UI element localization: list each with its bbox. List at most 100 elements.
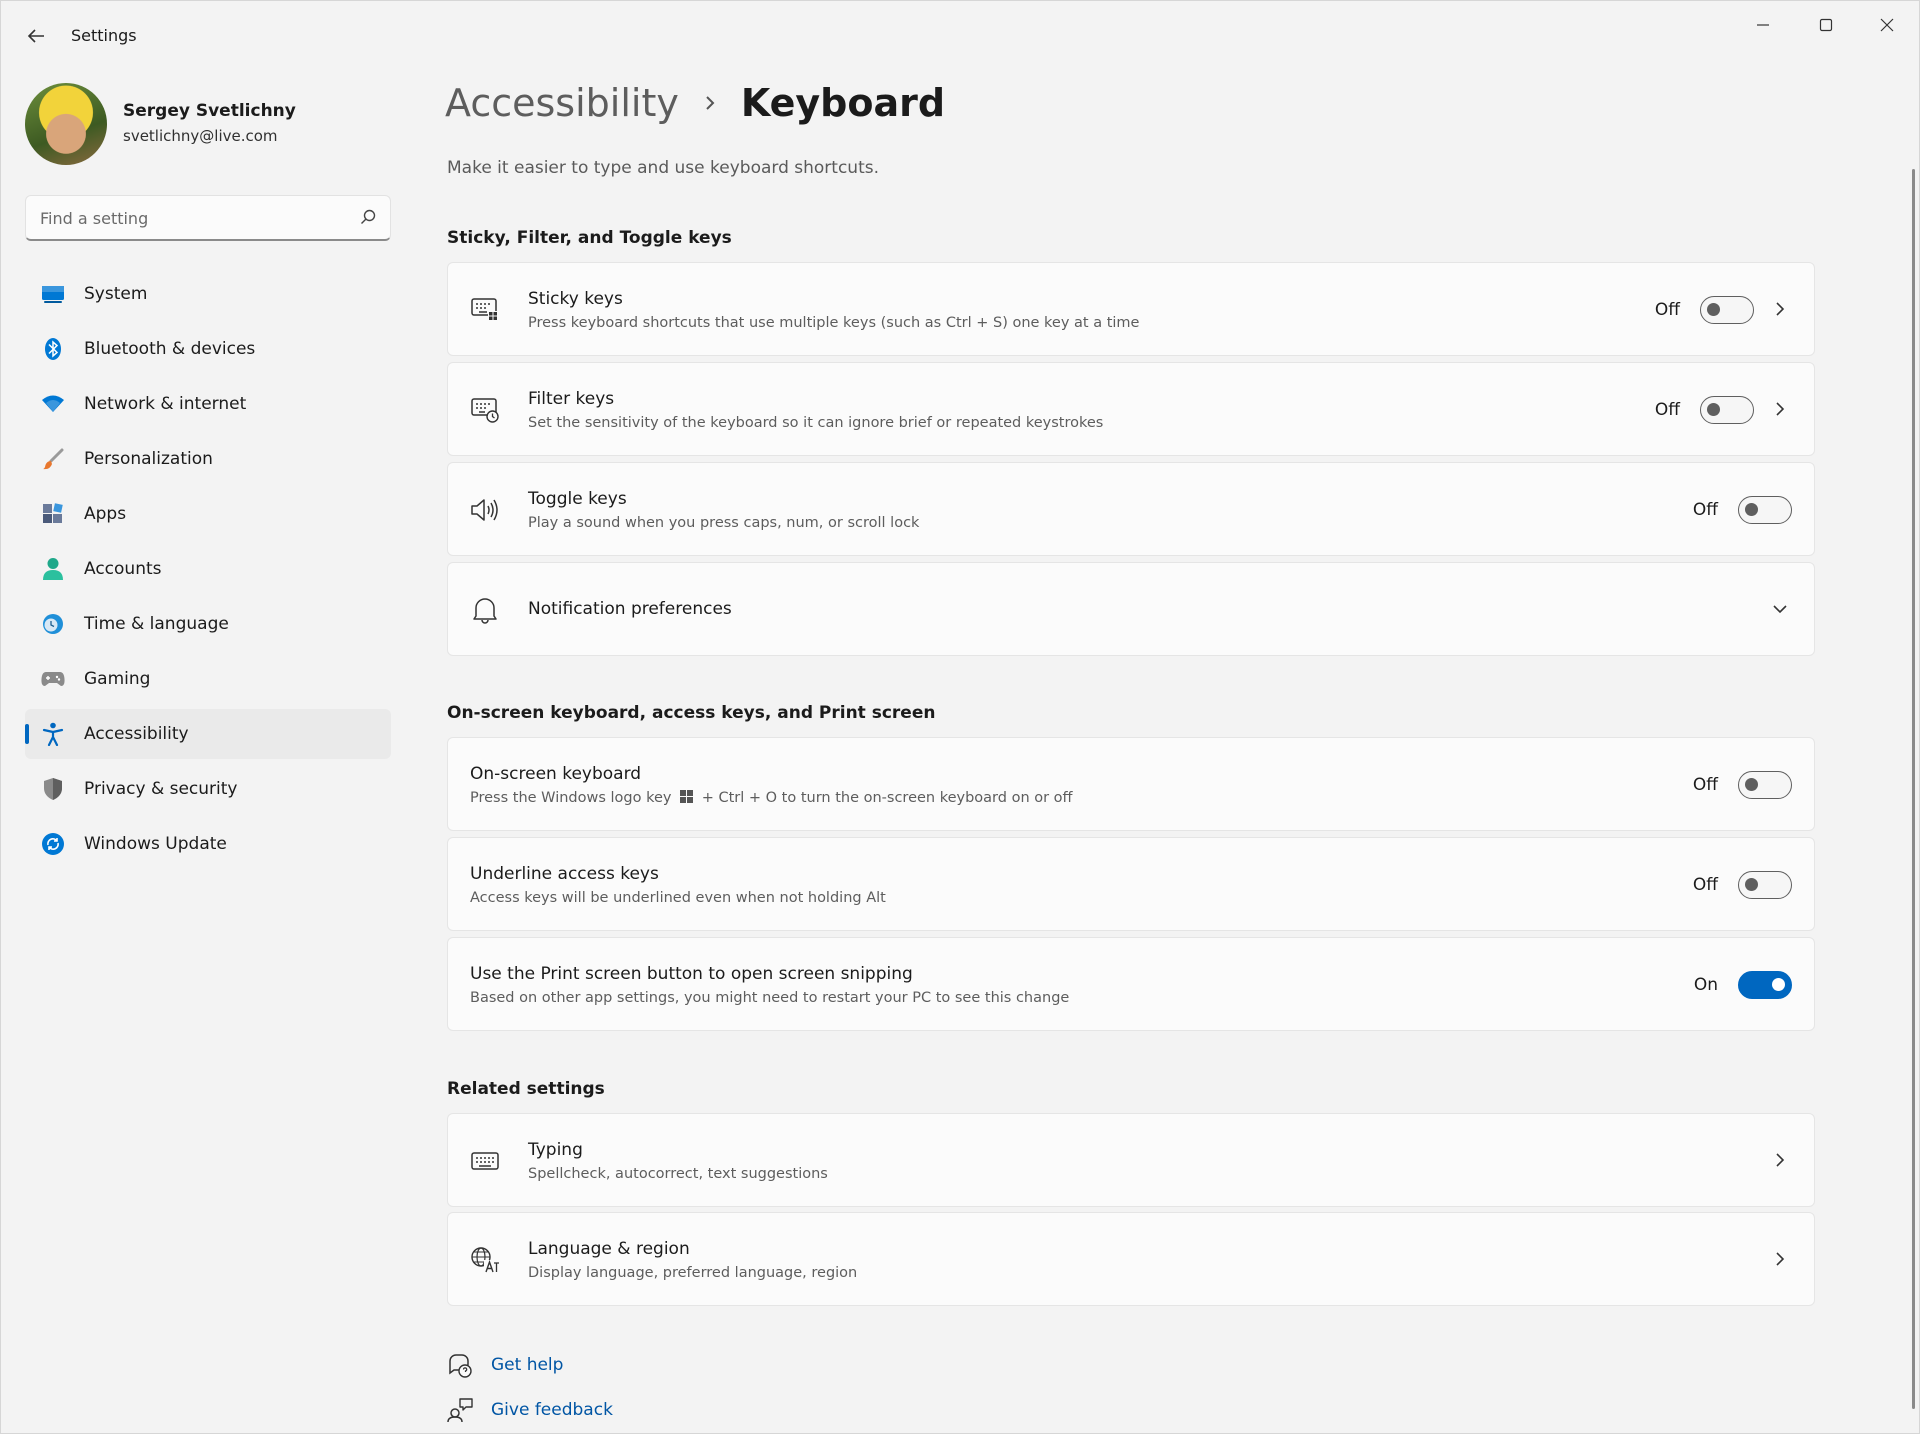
sidebar-item-label: Personalization — [84, 449, 213, 469]
person-icon — [41, 557, 65, 581]
onscreen-keyboard-text: On-screen keyboard Press the Windows log… — [470, 764, 1073, 806]
profile-email: svetlichny@live.com — [123, 127, 278, 145]
minimize-button[interactable] — [1735, 9, 1791, 41]
sidebar-item-label: Bluetooth & devices — [84, 339, 256, 359]
notification-preferences-card[interactable]: Notification preferences — [447, 562, 1815, 656]
sidebar-item-label: Network & internet — [84, 394, 247, 414]
user-profile[interactable]: Sergey Svetlichny svetlichny@live.com — [25, 83, 385, 165]
sidebar-item-time-language[interactable]: Time & language — [25, 599, 391, 649]
close-icon — [1880, 18, 1894, 32]
underline-access-keys-card[interactable]: Underline access keys Access keys will b… — [447, 837, 1815, 931]
sidebar-item-label: Windows Update — [84, 834, 227, 854]
card-title: Typing — [528, 1140, 583, 1160]
onscreen-keyboard-card[interactable]: On-screen keyboard Press the Windows log… — [447, 737, 1815, 831]
chevron-right-icon[interactable] — [1770, 299, 1790, 319]
toggle-keys-text: Toggle keys Play a sound when you press … — [528, 489, 919, 531]
update-icon — [41, 832, 65, 856]
minimize-icon — [1757, 24, 1769, 26]
filter-keys-text: Filter keys Set the sensitivity of the k… — [528, 389, 1103, 431]
keyboard-icon — [470, 1146, 500, 1176]
card-title: Notification preferences — [528, 599, 732, 619]
sidebar-nav: System Bluetooth & devices Network & int… — [25, 269, 391, 874]
sticky-keys-card[interactable]: Sticky keys Press keyboard shortcuts tha… — [447, 262, 1815, 356]
print-screen-card[interactable]: Use the Print screen button to open scre… — [447, 937, 1815, 1031]
settings-window: Settings Sergey Svetlichny svetlichny@li… — [0, 0, 1920, 1434]
section-title-related: Related settings — [447, 1079, 605, 1099]
filter-keys-icon — [470, 395, 500, 425]
language-region-card[interactable]: Language & region Display language, pref… — [447, 1212, 1815, 1306]
scrollbar[interactable] — [1912, 169, 1915, 1409]
filter-keys-toggle[interactable] — [1700, 396, 1754, 424]
card-subtitle: Press the Windows logo key + Ctrl + O to… — [470, 790, 1073, 806]
apps-icon — [41, 502, 65, 526]
typing-card[interactable]: Typing Spellcheck, autocorrect, text sug… — [447, 1113, 1815, 1207]
toggle-state-label: Off — [1692, 775, 1718, 795]
card-subtitle: Access keys will be underlined even when… — [470, 890, 886, 906]
sidebar-item-accessibility[interactable]: Accessibility — [25, 709, 391, 759]
sidebar-item-windows-update[interactable]: Windows Update — [25, 819, 391, 869]
sidebar-item-personalization[interactable]: Personalization — [25, 434, 391, 484]
sticky-keys-toggle[interactable] — [1700, 296, 1754, 324]
close-button[interactable] — [1859, 9, 1915, 41]
app-title: Settings — [71, 26, 137, 45]
underline-access-keys-text: Underline access keys Access keys will b… — [470, 864, 886, 906]
section-title-onscreen: On-screen keyboard, access keys, and Pri… — [447, 703, 936, 723]
sidebar-item-system[interactable]: System — [25, 269, 391, 319]
chevron-right-icon[interactable] — [1770, 399, 1790, 419]
sidebar-item-apps[interactable]: Apps — [25, 489, 391, 539]
onscreen-keyboard-toggle[interactable] — [1738, 771, 1792, 799]
toggle-keys-toggle[interactable] — [1738, 496, 1792, 524]
sidebar-item-bluetooth[interactable]: Bluetooth & devices — [25, 324, 391, 374]
chevron-right-icon[interactable] — [1770, 1249, 1790, 1269]
accessibility-icon — [41, 722, 65, 746]
card-title: Underline access keys — [470, 864, 659, 884]
print-screen-text: Use the Print screen button to open scre… — [470, 964, 1069, 1006]
sidebar-item-gaming[interactable]: Gaming — [25, 654, 391, 704]
sidebar-item-network[interactable]: Network & internet — [25, 379, 391, 429]
clock-globe-icon — [41, 612, 65, 636]
toggle-state-label: On — [1693, 975, 1718, 995]
chevron-down-icon[interactable] — [1770, 599, 1790, 619]
monitor-icon — [41, 282, 65, 306]
underline-access-keys-toggle-group: Off — [1693, 871, 1792, 899]
underline-access-keys-toggle[interactable] — [1738, 871, 1792, 899]
sidebar-item-accounts[interactable]: Accounts — [25, 544, 391, 594]
card-subtitle: Display language, preferred language, re… — [528, 1265, 858, 1281]
toggle-state-label: Off — [1692, 875, 1718, 895]
search-icon[interactable] — [360, 209, 376, 225]
chevron-right-icon[interactable] — [1770, 1150, 1790, 1170]
bell-icon — [470, 595, 500, 625]
print-screen-toggle-group: On — [1694, 971, 1792, 999]
page-description: Make it easier to type and use keyboard … — [447, 158, 880, 178]
speaker-icon — [470, 495, 500, 525]
windows-logo-icon — [680, 790, 694, 803]
title-bar: Settings — [1, 1, 1919, 71]
breadcrumb-parent[interactable]: Accessibility — [445, 81, 679, 125]
help-icon — [447, 1352, 473, 1378]
typing-text: Typing Spellcheck, autocorrect, text sug… — [528, 1140, 828, 1182]
card-subtitle: Set the sensitivity of the keyboard so i… — [528, 415, 1104, 431]
back-button[interactable] — [21, 23, 51, 49]
get-help-label: Get help — [491, 1355, 564, 1375]
search-input[interactable] — [26, 196, 346, 240]
card-subtitle: Spellcheck, autocorrect, text suggestion… — [528, 1166, 828, 1182]
toggle-state-label: Off — [1654, 400, 1680, 420]
print-screen-toggle[interactable] — [1738, 971, 1792, 999]
filter-keys-card[interactable]: Filter keys Set the sensitivity of the k… — [447, 362, 1815, 456]
sidebar-item-privacy[interactable]: Privacy & security — [25, 764, 391, 814]
gamepad-icon — [41, 667, 65, 691]
subtitle-part: + Ctrl + O to turn the on-screen keyboar… — [701, 790, 1073, 806]
brush-icon — [41, 447, 65, 471]
sidebar-item-label: Apps — [84, 504, 127, 524]
feedback-icon — [447, 1397, 473, 1423]
give-feedback-link[interactable]: Give feedback — [447, 1397, 613, 1423]
section-title-sticky: Sticky, Filter, and Toggle keys — [447, 228, 732, 248]
card-title: Sticky keys — [528, 289, 623, 309]
back-arrow-icon — [27, 29, 44, 43]
maximize-button[interactable] — [1798, 9, 1854, 41]
get-help-link[interactable]: Get help — [447, 1352, 563, 1378]
toggle-keys-card[interactable]: Toggle keys Play a sound when you press … — [447, 462, 1815, 556]
sticky-keys-text: Sticky keys Press keyboard shortcuts tha… — [528, 289, 1139, 331]
card-title: Use the Print screen button to open scre… — [470, 964, 913, 984]
sidebar-item-label: Accounts — [84, 559, 162, 579]
